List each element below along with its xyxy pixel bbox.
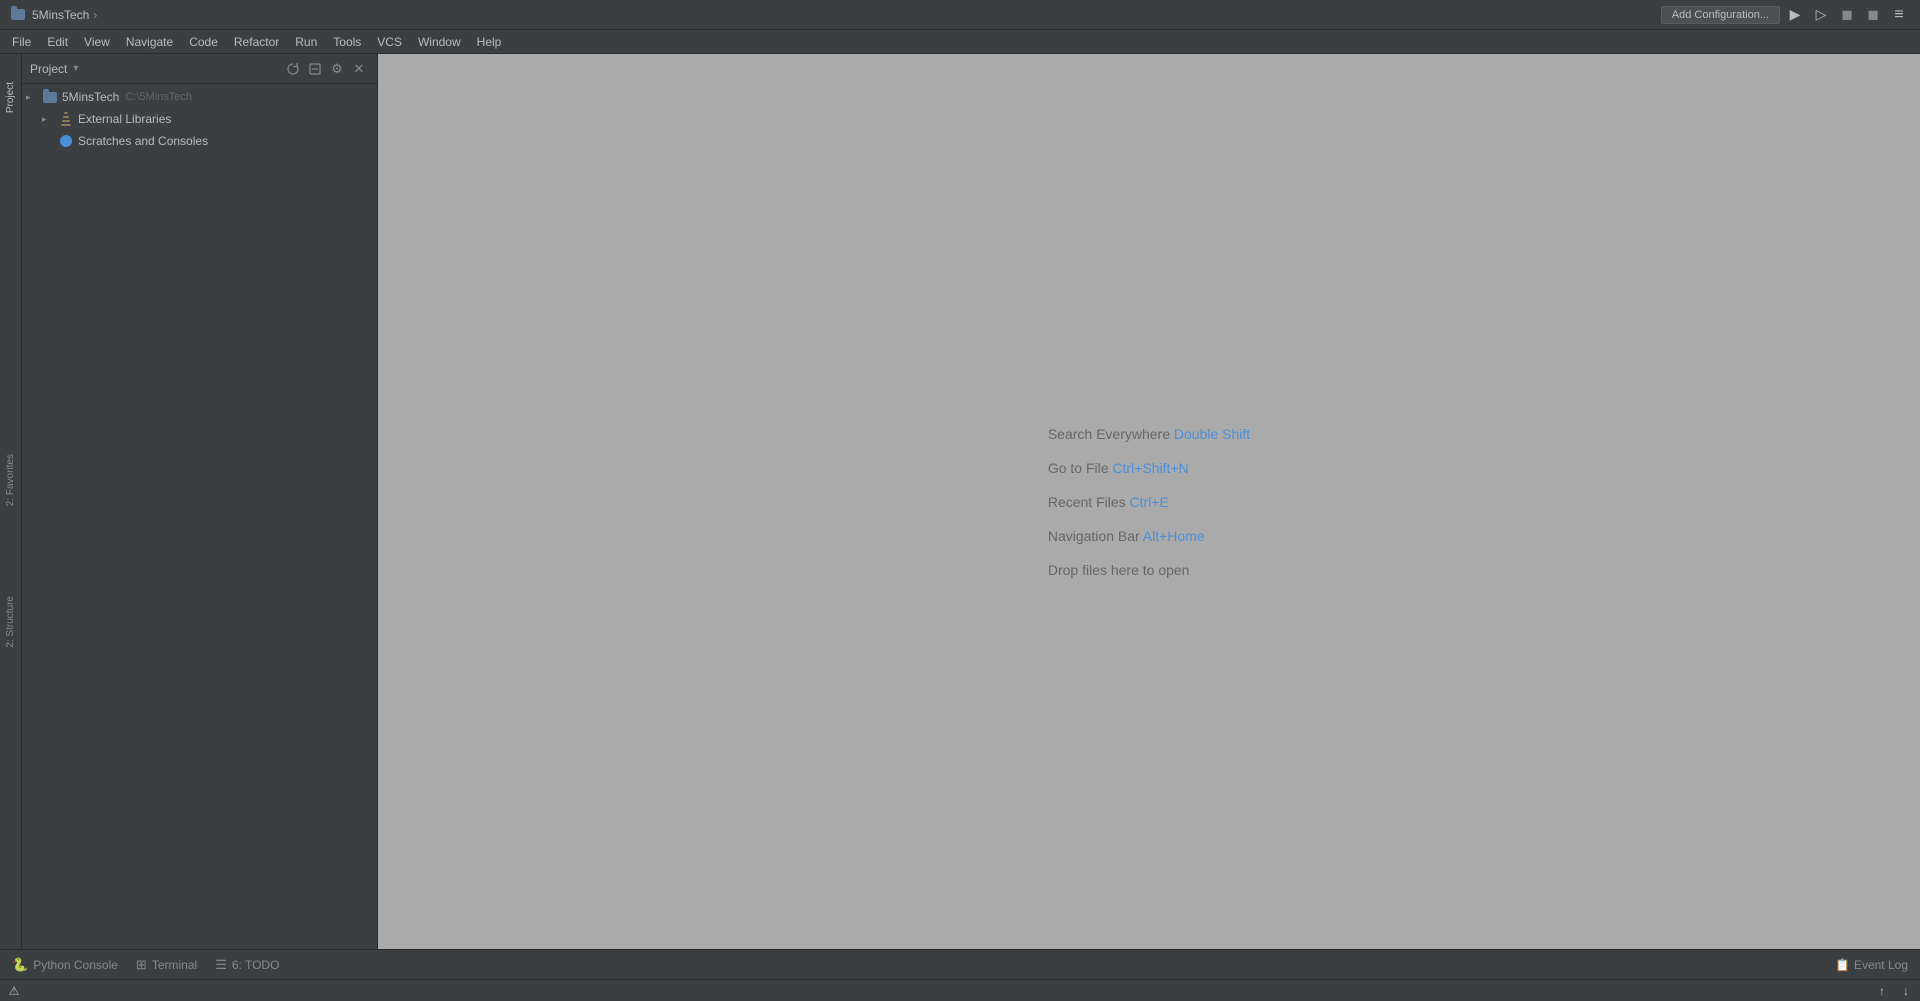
sidebar-tab-structure-label: 2: Structure (5, 596, 16, 648)
menu-bar: FileEditViewNavigateCodeRefactorRunTools… (0, 30, 1920, 54)
menu-item-edit[interactable]: Edit (39, 30, 76, 54)
menu-item-tools[interactable]: Tools (325, 30, 369, 54)
shortcut-ctrl-shift-n: Ctrl+Shift+N (1112, 460, 1188, 476)
stop-button[interactable]: ◼ (1836, 4, 1858, 26)
vcs-up-icon[interactable]: ↑ (1874, 983, 1890, 999)
welcome-recent-files: Recent Files Ctrl+E (1048, 494, 1169, 510)
event-log-icon: 📋 (1835, 958, 1850, 972)
project-panel: Project ▾ ⚙ ✕ (22, 54, 378, 949)
tree-sublabel-5minstech: C:\5MinsTech (125, 91, 192, 103)
panel-dropdown-arrow[interactable]: ▾ (73, 63, 78, 74)
bottom-tab-python-console[interactable]: 🐍 Python Console (4, 951, 126, 979)
tree-arrow-libraries: ▸ (42, 114, 58, 125)
menu-item-refactor[interactable]: Refactor (226, 30, 287, 54)
terminal-label: Terminal (152, 958, 197, 972)
welcome-content: Search Everywhere Double Shift Go to Fil… (1048, 426, 1250, 578)
main-area: Project 2: Favorites 2: Structure Projec… (0, 54, 1920, 949)
tree-item-scratches[interactable]: ▸ Scratches and Consoles (22, 130, 377, 152)
breadcrumb-arrow: › (93, 8, 97, 22)
menu-item-navigate[interactable]: Navigate (118, 30, 181, 54)
menu-item-vcs[interactable]: VCS (369, 30, 410, 54)
status-bar-right: ↑ ↓ (1874, 983, 1914, 999)
sidebar-tab-favorites[interactable]: 2: Favorites (0, 440, 22, 520)
status-bar-left: ⚠ (6, 983, 22, 999)
title-bar-controls: Add Configuration... ▶ ▷ ◼ ◼ ≡ (1661, 4, 1910, 26)
tree-label-external-libraries: External Libraries (78, 112, 171, 126)
menu-items: FileEditViewNavigateCodeRefactorRunTools… (4, 30, 509, 54)
event-log-label: Event Log (1854, 958, 1908, 972)
project-tree: ▸ 5MinsTech C:\5MinsTech ▸ External Libr… (22, 84, 377, 949)
add-configuration-button[interactable]: Add Configuration... (1661, 6, 1780, 24)
welcome-text-drop: Drop files here to open (1048, 562, 1190, 578)
bottom-bar-right: 📋 Event Log (1827, 956, 1916, 974)
editor-area: Search Everywhere Double Shift Go to Fil… (378, 54, 1920, 949)
bottom-bar: 🐍 Python Console ⊞ Terminal ☰ 6: TODO 📋 … (0, 949, 1920, 979)
run-button[interactable]: ▶ (1784, 4, 1806, 26)
window-title: 5MinsTech (32, 8, 89, 22)
run-with-coverage-button[interactable]: ▷ (1810, 4, 1832, 26)
project-panel-header: Project ▾ ⚙ ✕ (22, 54, 377, 84)
tree-item-5minstech[interactable]: ▸ 5MinsTech C:\5MinsTech (22, 86, 377, 108)
project-folder-icon (42, 89, 58, 105)
shortcut-alt-home: Alt+Home (1143, 528, 1205, 544)
warning-icon[interactable]: ⚠ (6, 983, 22, 999)
welcome-search-everywhere: Search Everywhere Double Shift (1048, 426, 1250, 442)
tree-label-scratches: Scratches and Consoles (78, 134, 208, 148)
welcome-text-goto: Go to File (1048, 460, 1113, 476)
welcome-go-to-file: Go to File Ctrl+Shift+N (1048, 460, 1189, 476)
sync-icon[interactable] (283, 59, 303, 79)
tree-arrow-scratches: ▸ (42, 136, 58, 147)
tree-item-external-libraries[interactable]: ▸ External Libraries (22, 108, 377, 130)
todo-label: 6: TODO (232, 958, 280, 972)
bottom-tab-terminal[interactable]: ⊞ Terminal (128, 951, 205, 979)
close-panel-icon[interactable]: ✕ (349, 59, 369, 79)
menu-item-code[interactable]: Code (181, 30, 226, 54)
scratches-icon (58, 133, 74, 149)
left-sidebar-tabs: Project 2: Favorites 2: Structure (0, 54, 22, 949)
python-console-icon: 🐍 (12, 957, 28, 973)
vcs-down-icon[interactable]: ↓ (1898, 983, 1914, 999)
todo-icon: ☰ (215, 957, 227, 973)
tree-arrow-5minstech: ▸ (26, 92, 42, 103)
title-bar: 5MinsTech › Add Configuration... ▶ ▷ ◼ ◼… (0, 0, 1920, 30)
sidebar-tab-structure[interactable]: 2: Structure (0, 582, 22, 662)
sidebar-tab-project[interactable]: Project (0, 58, 22, 138)
sidebar-tab-favorites-label: 2: Favorites (5, 454, 16, 506)
menu-item-help[interactable]: Help (469, 30, 510, 54)
welcome-text-navbar: Navigation Bar (1048, 528, 1143, 544)
welcome-drop-files: Drop files here to open (1048, 562, 1190, 578)
panel-title: Project (30, 62, 67, 76)
menu-item-file[interactable]: File (4, 30, 39, 54)
menu-item-run[interactable]: Run (287, 30, 325, 54)
status-bar: ⚠ ↑ ↓ (0, 979, 1920, 1001)
terminal-icon: ⊞ (136, 957, 147, 973)
python-console-label: Python Console (33, 958, 118, 972)
libraries-icon (58, 111, 74, 127)
more-actions-button[interactable]: ≡ (1888, 4, 1910, 26)
app-icon (10, 7, 26, 23)
gear-icon[interactable]: ⚙ (327, 59, 347, 79)
collapse-all-icon[interactable] (305, 59, 325, 79)
panel-header-icons: ⚙ ✕ (283, 59, 369, 79)
welcome-navigation-bar: Navigation Bar Alt+Home (1048, 528, 1205, 544)
sidebar-tab-project-label: Project (5, 82, 16, 113)
welcome-text-recent: Recent Files (1048, 494, 1130, 510)
tree-label-5minstech: 5MinsTech (62, 90, 119, 104)
bottom-tab-todo[interactable]: ☰ 6: TODO (207, 951, 287, 979)
menu-item-view[interactable]: View (76, 30, 118, 54)
event-log-button[interactable]: 📋 Event Log (1827, 956, 1916, 974)
menu-item-window[interactable]: Window (410, 30, 469, 54)
shortcut-double-shift: Double Shift (1174, 426, 1250, 442)
shortcut-ctrl-e: Ctrl+E (1130, 494, 1169, 510)
build-button[interactable]: ◼ (1862, 4, 1884, 26)
welcome-text-search: Search Everywhere (1048, 426, 1174, 442)
